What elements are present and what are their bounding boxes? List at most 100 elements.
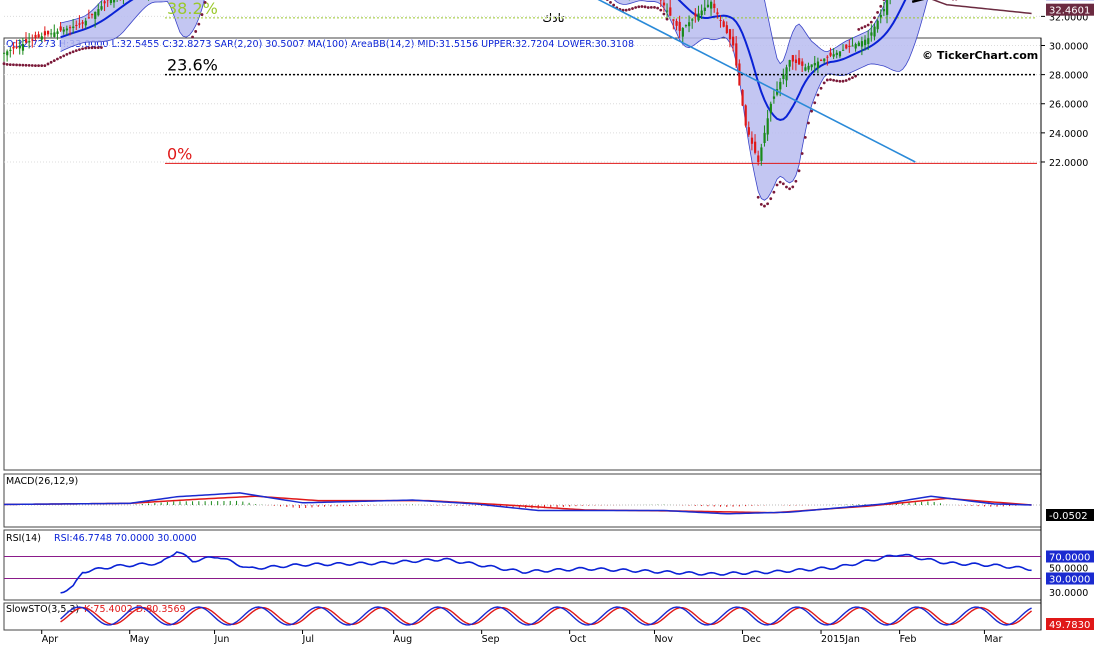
candle-body xyxy=(851,45,854,47)
candle-body xyxy=(845,44,848,49)
candle-body xyxy=(710,1,713,9)
sar-dot xyxy=(93,46,97,50)
candle-body xyxy=(882,9,886,12)
sar-dot xyxy=(766,202,770,206)
sar-dot xyxy=(56,57,59,61)
candle-body xyxy=(813,62,816,66)
candle-body xyxy=(835,52,838,55)
candle-body xyxy=(816,61,820,69)
sar-dot xyxy=(24,63,28,67)
sar-dot xyxy=(631,7,634,10)
candle-body xyxy=(870,32,873,36)
candle-body xyxy=(87,17,91,19)
x-tick-label: Aug xyxy=(394,634,413,645)
candle-body xyxy=(109,0,113,3)
candle-body xyxy=(788,60,791,67)
candle-body xyxy=(678,21,681,31)
x-tick-label: Nov xyxy=(654,634,673,645)
candle-body xyxy=(725,25,728,34)
x-tick-label: May xyxy=(130,634,150,645)
chart-canvas[interactable]: O:32.7273 H:33.0000 L:32.5455 C:32.8273 … xyxy=(0,0,1107,645)
candle-body xyxy=(28,41,31,43)
x-tick-label: Dec xyxy=(742,634,760,645)
sar-dot xyxy=(838,79,842,83)
candle-body xyxy=(747,127,750,135)
candle-body xyxy=(68,27,72,29)
candle-body xyxy=(738,63,741,86)
sar-dot xyxy=(832,78,835,82)
sar-dot xyxy=(763,204,766,208)
candle-body xyxy=(34,34,37,39)
sar-dot xyxy=(756,195,760,199)
candle-body xyxy=(37,34,40,38)
candle-body xyxy=(807,65,810,70)
candle-body xyxy=(766,118,769,135)
candle-body xyxy=(750,137,754,144)
candle-body xyxy=(832,54,835,57)
sar-dot xyxy=(52,59,56,63)
sar-dot xyxy=(873,16,876,20)
sar-dot xyxy=(2,62,6,66)
candle-body xyxy=(801,61,804,66)
candle-body xyxy=(112,0,116,3)
candle-body xyxy=(728,29,732,40)
sar-dot xyxy=(659,8,663,12)
candle-body xyxy=(62,29,65,32)
candle-body xyxy=(700,10,703,16)
candle-body xyxy=(876,20,879,30)
candle-body xyxy=(6,51,9,56)
candle-body xyxy=(672,19,675,21)
sar-dot xyxy=(643,5,647,9)
candle-body xyxy=(838,51,842,57)
panel-frame xyxy=(3,37,1042,471)
candle-body xyxy=(779,81,782,90)
sar-dot xyxy=(62,54,66,58)
sar-dot xyxy=(829,78,832,82)
candle-body xyxy=(857,42,860,47)
sar-dot xyxy=(30,64,34,67)
watermark: © TickerChart.com xyxy=(922,49,1038,62)
sar-dot xyxy=(649,5,653,9)
sar-dot xyxy=(769,197,773,201)
candle-body xyxy=(669,7,672,16)
candle-body xyxy=(24,39,28,43)
candle-body xyxy=(804,67,807,71)
sar-dot xyxy=(606,0,609,2)
sar-dot xyxy=(78,48,81,52)
x-tick-label: Mar xyxy=(984,634,1002,645)
sar-dot xyxy=(854,74,857,78)
sto-label: SlowSTO(3,5,3) xyxy=(6,604,79,615)
sar-dot xyxy=(43,64,47,67)
sar-dot xyxy=(851,76,854,80)
candle-body xyxy=(684,25,688,27)
candle-body xyxy=(864,39,867,46)
sar-dot xyxy=(624,8,628,12)
sar-dot xyxy=(879,4,883,8)
candle-body xyxy=(15,46,18,48)
sar-dot xyxy=(8,63,12,67)
sar-dot xyxy=(37,64,40,68)
candle-body xyxy=(694,13,697,17)
candle-body xyxy=(46,30,50,35)
y-tick-label: 26.0000 xyxy=(1049,100,1088,111)
candle-body xyxy=(848,45,851,47)
axis-strip xyxy=(1041,38,1101,630)
candle-body xyxy=(754,141,757,153)
sar-dot xyxy=(81,47,84,51)
sar-dot xyxy=(876,11,879,14)
candle-body xyxy=(732,36,735,46)
sar-dot xyxy=(847,77,851,81)
sar-dot xyxy=(637,5,641,9)
sar-dot xyxy=(34,64,37,68)
sar-dot xyxy=(665,17,669,21)
candle-body xyxy=(94,12,97,19)
sar-dot xyxy=(627,8,631,11)
sar-dot xyxy=(15,63,18,67)
x-tick-label: Feb xyxy=(900,634,917,645)
sar-dot xyxy=(772,190,776,194)
triangle-lower-line xyxy=(911,0,925,4)
y-tick-label: 30.0000 xyxy=(1049,42,1088,53)
sar-dot xyxy=(87,46,91,50)
sar-dot xyxy=(781,182,785,186)
candle-body xyxy=(706,4,710,8)
